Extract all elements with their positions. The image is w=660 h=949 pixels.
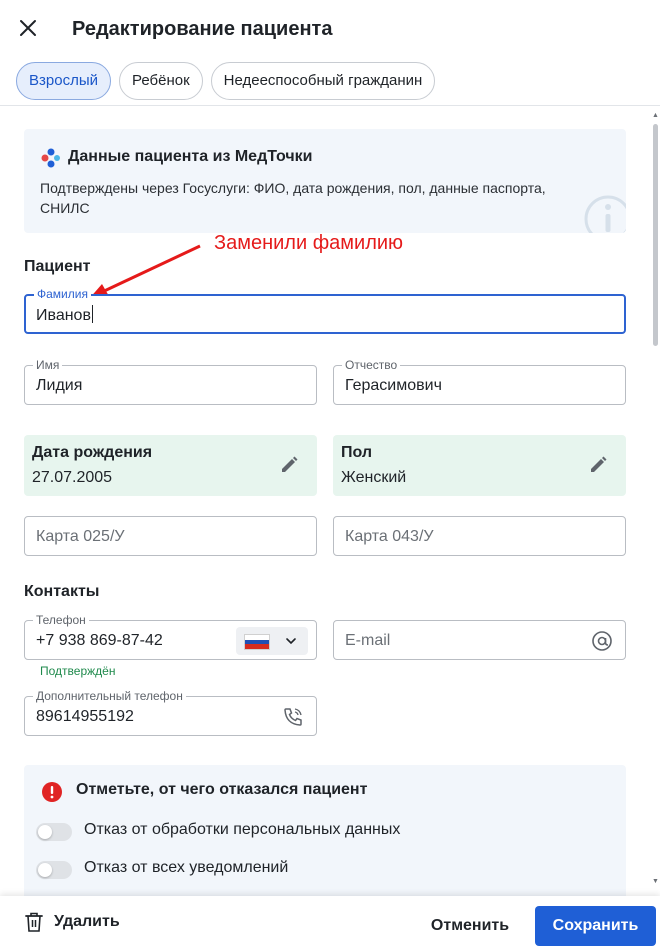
info-card-text: Подтверждены через Госуслуги: ФИО, дата …: [40, 180, 546, 216]
medtochka-logo-icon: [41, 148, 60, 168]
save-button[interactable]: Сохранить: [535, 906, 656, 946]
toggle-personal-data[interactable]: [36, 823, 72, 841]
chevron-down-icon: [286, 638, 296, 645]
extra-phone-value: 89614955192: [36, 708, 134, 725]
email-field[interactable]: E-mail: [333, 620, 626, 660]
name-label: Имя: [33, 358, 63, 372]
text-cursor: [91, 305, 93, 323]
extra-phone-field[interactable]: Дополнительный телефон 89614955192: [24, 689, 317, 736]
surname-label: Фамилия: [34, 287, 91, 301]
info-watermark-icon: [584, 195, 626, 233]
extra-phone-label: Дополнительный телефон: [33, 689, 186, 703]
close-button[interactable]: [16, 16, 40, 40]
scroll-down-arrow[interactable]: ▼: [652, 878, 659, 885]
gender-label: Пол: [341, 444, 373, 461]
birth-date-value: 27.07.2005: [32, 469, 113, 486]
tab-child[interactable]: Ребёнок: [118, 62, 203, 100]
scroll-up-arrow[interactable]: ▲: [652, 112, 659, 119]
close-icon: [20, 20, 36, 36]
tab-incapacitated[interactable]: Недееспособный гражданин: [210, 62, 436, 100]
email-placeholder: E-mail: [345, 632, 391, 649]
refusal-option-label: Отказ от обработки персональных данных: [84, 821, 401, 838]
patronymic-field[interactable]: Отчество Герасимович: [333, 358, 626, 405]
header-divider: [0, 105, 660, 106]
contacts-section-title: Контакты: [24, 583, 100, 600]
name-field[interactable]: Имя Лидия: [24, 358, 317, 405]
at-sign-icon: [592, 631, 612, 651]
card-043-field[interactable]: Карта 043/У: [333, 516, 626, 556]
info-card-title: Данные пациента из МедТочки: [68, 148, 313, 165]
phone-call-icon[interactable]: [282, 706, 304, 728]
delete-label: Удалить: [54, 913, 120, 930]
phone-label: Телефон: [33, 613, 89, 627]
refusal-card: Отметьте, от чего отказался пациент Отка…: [24, 765, 626, 905]
alert-icon: [42, 782, 62, 802]
phone-value: +7 938 869-87-42: [36, 632, 163, 649]
surname-field[interactable]: Фамилия Иванов: [24, 287, 626, 334]
scrollbar[interactable]: ▲ ▼: [650, 106, 660, 896]
patient-type-tabs: Взрослый Ребёнок Недееспособный граждани…: [16, 62, 436, 100]
card-043-placeholder: Карта 043/У: [345, 528, 434, 545]
country-select[interactable]: [236, 627, 308, 655]
patronymic-value: Герасимович: [345, 377, 442, 394]
card-025-field[interactable]: Карта 025/У: [24, 516, 317, 556]
trash-icon: [25, 912, 43, 932]
page-title: Редактирование пациента: [72, 18, 333, 40]
modal-footer: Удалить Отменить Сохранить: [0, 896, 660, 949]
modal-header: Редактирование пациента: [0, 0, 660, 58]
card-025-placeholder: Карта 025/У: [36, 528, 125, 545]
cancel-button[interactable]: Отменить: [420, 906, 520, 946]
toggle-knob: [38, 825, 52, 839]
russia-flag-icon: [244, 634, 270, 650]
refusal-option-label: Отказ от всех уведомлений: [84, 859, 289, 876]
phone-field[interactable]: Телефон +7 938 869-87-42: [24, 613, 317, 660]
phone-verified-status: Подтверждён: [40, 664, 116, 678]
surname-value-wrap: Иванов: [36, 305, 93, 326]
edit-gender-icon[interactable]: [588, 455, 608, 475]
annotation-text: Заменили фамилию: [214, 232, 404, 254]
scroll-thumb[interactable]: [653, 124, 658, 346]
patient-section-title: Пациент: [24, 258, 91, 275]
toggle-knob: [38, 863, 52, 877]
surname-value: Иванов: [36, 307, 91, 324]
gender-block: Пол Женский: [333, 435, 626, 496]
toggle-notifications[interactable]: [36, 861, 72, 879]
gender-value: Женский: [341, 469, 407, 486]
birth-date-block: Дата рождения 27.07.2005: [24, 435, 317, 496]
medtochka-info-card: Данные пациента из МедТочки Подтверждены…: [24, 129, 626, 233]
patronymic-label: Отчество: [342, 358, 401, 372]
name-value: Лидия: [36, 377, 83, 394]
birth-date-label: Дата рождения: [32, 444, 153, 461]
refusal-title: Отметьте, от чего отказался пациент: [76, 781, 368, 798]
edit-birth-date-icon[interactable]: [279, 455, 299, 475]
tab-adult[interactable]: Взрослый: [16, 62, 111, 100]
